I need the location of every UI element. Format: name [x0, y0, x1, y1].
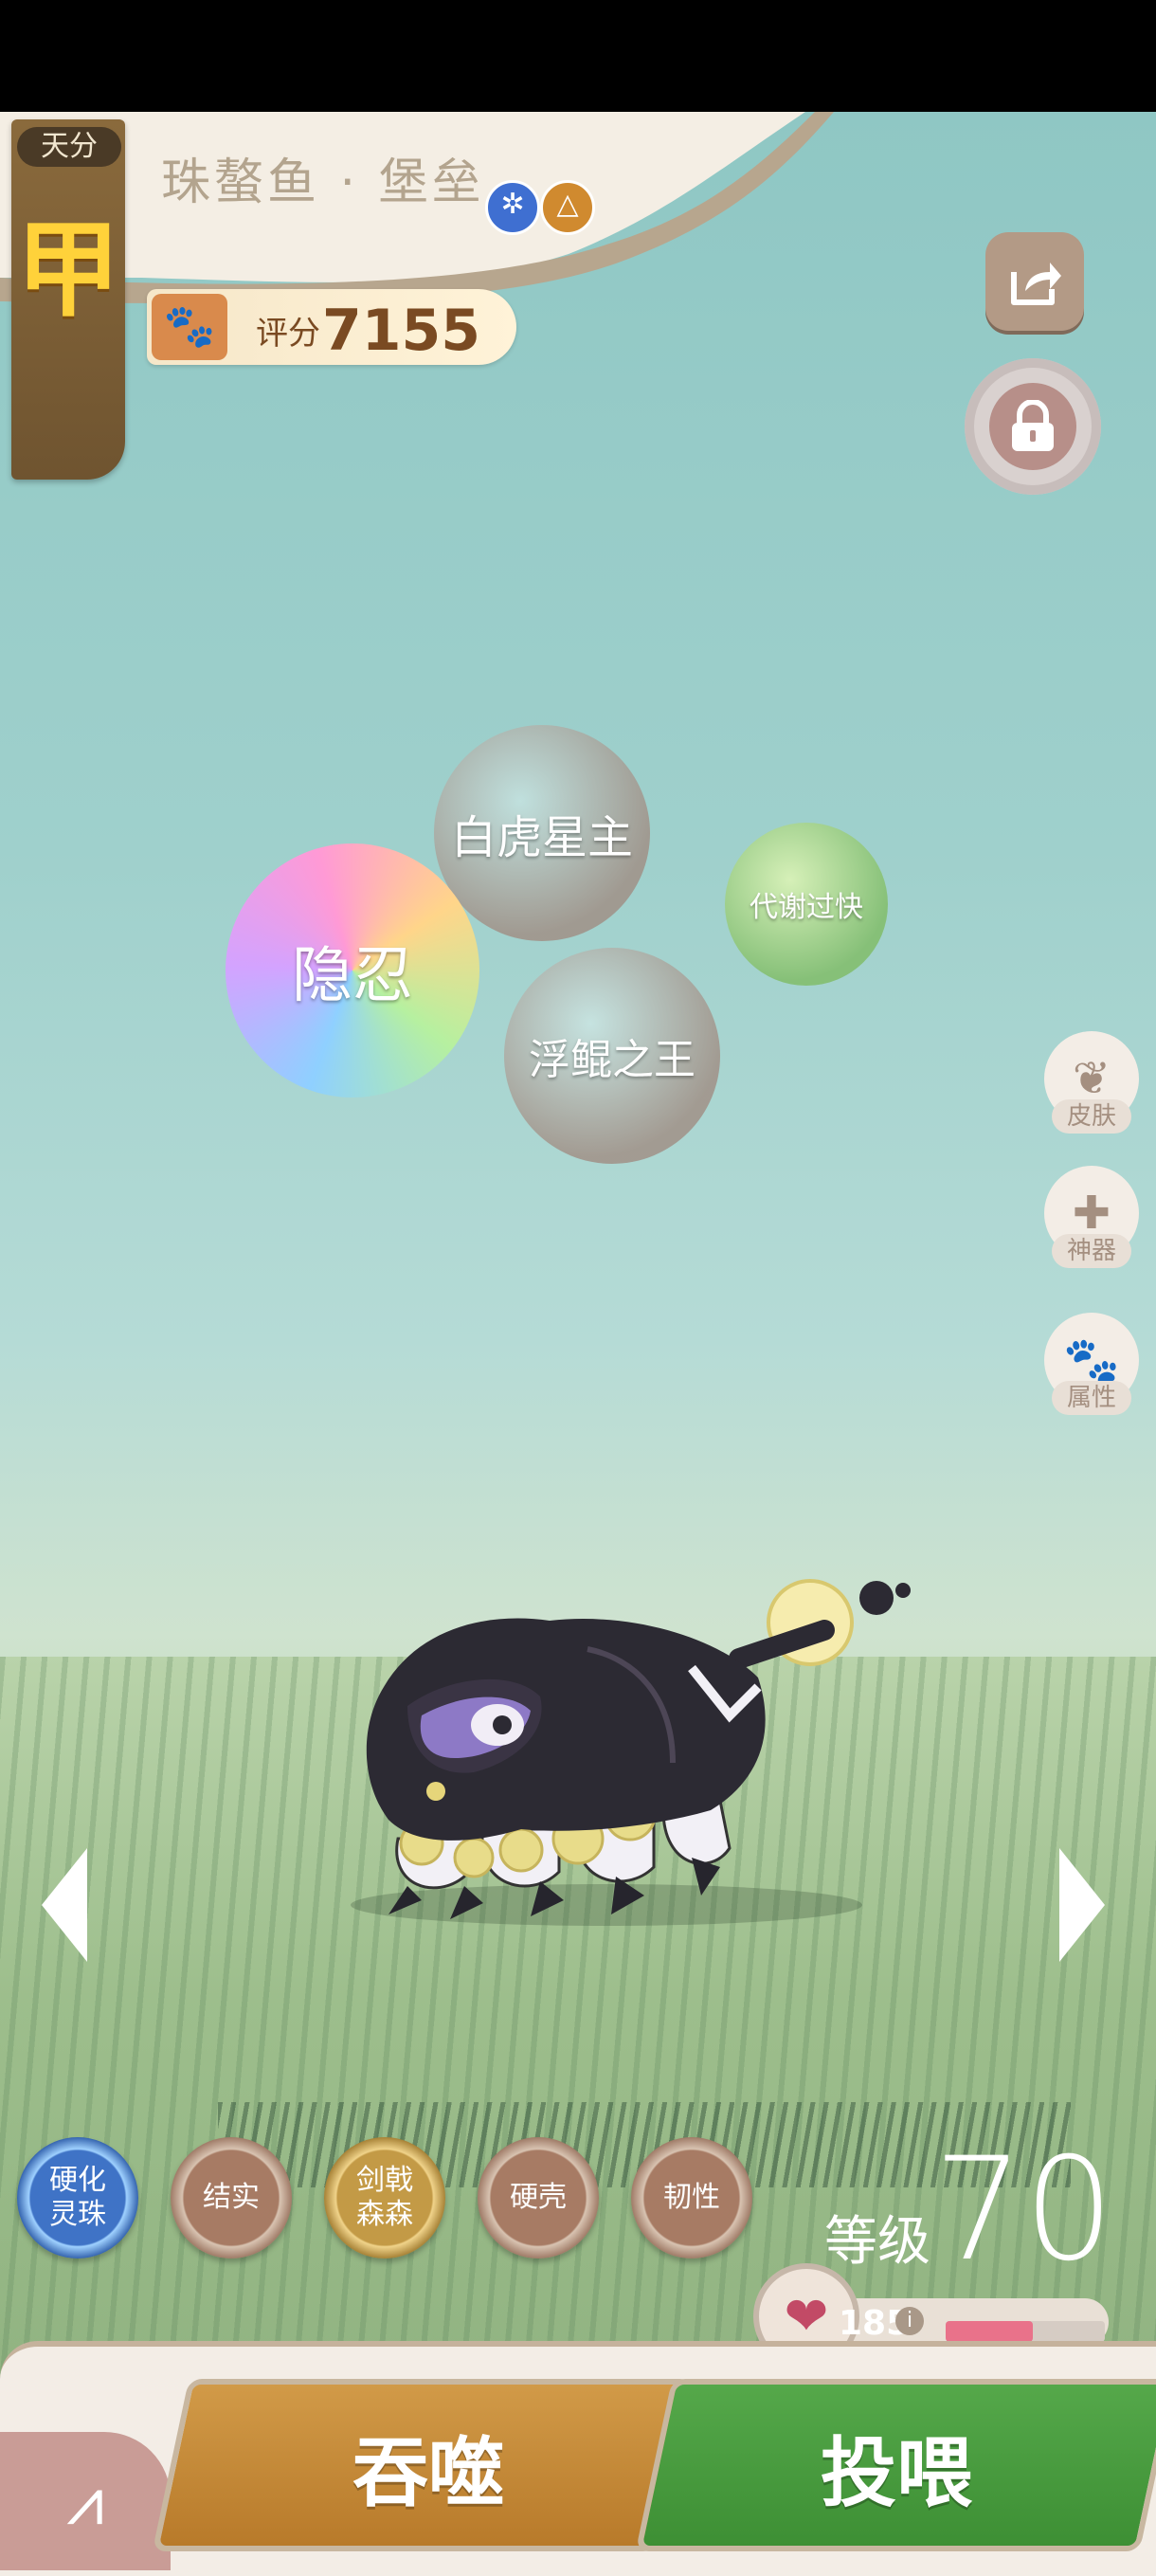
info-icon[interactable]: i: [895, 2307, 924, 2335]
lock-button[interactable]: [965, 358, 1101, 495]
attributes-label: 属性: [1052, 1381, 1131, 1415]
skill-sturdy[interactable]: 结实: [171, 2137, 292, 2259]
score-label: 评分: [256, 315, 320, 353]
skill-hardened-orb[interactable]: 硬化 灵珠: [17, 2137, 138, 2259]
trait-bubble-stealth[interactable]: 隐忍: [226, 844, 479, 1098]
skin-button[interactable]: ❦ 皮肤: [1044, 1031, 1139, 1137]
health-bar: [946, 2321, 1105, 2342]
rank-value: 甲: [16, 209, 120, 331]
skill-sword-forest[interactable]: 剑戟 森森: [324, 2137, 445, 2259]
share-button[interactable]: [985, 232, 1084, 331]
trait-bubble-tiger[interactable]: 白虎星主: [434, 725, 650, 941]
artifact-label: 神器: [1052, 1234, 1131, 1268]
pet-name: 珠螯鱼 · 堡垒: [161, 154, 485, 211]
feed-label: 投喂: [821, 2429, 972, 2517]
paw-icon: 🐾: [152, 294, 227, 360]
health-bar-fill: [946, 2321, 1034, 2342]
previous-arrow-icon[interactable]: [42, 1848, 87, 1962]
trait-bubble-metabolism[interactable]: 代谢过快: [725, 823, 888, 986]
pet-creature: [351, 1579, 911, 1926]
artifact-button[interactable]: ✚ 神器: [1044, 1166, 1139, 1272]
skin-label: 皮肤: [1052, 1099, 1131, 1134]
level-label: 等级: [824, 2211, 930, 2273]
score-value: 7155: [322, 298, 480, 364]
trait-bubble-king[interactable]: 浮鲲之王: [504, 948, 720, 1164]
share-icon: [1011, 263, 1061, 305]
water-element-icon: ✲: [485, 180, 540, 235]
rank-label: 天分: [17, 127, 121, 167]
skill-hard-shell[interactable]: 硬壳: [478, 2137, 599, 2259]
level-value: 70: [933, 2128, 1114, 2293]
corner-logo-icon: ⩘: [66, 2461, 104, 2540]
attributes-button[interactable]: 🐾 属性: [1044, 1313, 1139, 1419]
next-arrow-icon[interactable]: [1059, 1848, 1105, 1962]
lock-icon: [989, 383, 1076, 470]
devour-label: 吞噬: [352, 2429, 504, 2517]
skill-toughness[interactable]: 韧性: [631, 2137, 752, 2259]
corner-menu-button[interactable]: ⩘: [0, 2432, 171, 2570]
earth-element-icon: △: [540, 180, 595, 235]
